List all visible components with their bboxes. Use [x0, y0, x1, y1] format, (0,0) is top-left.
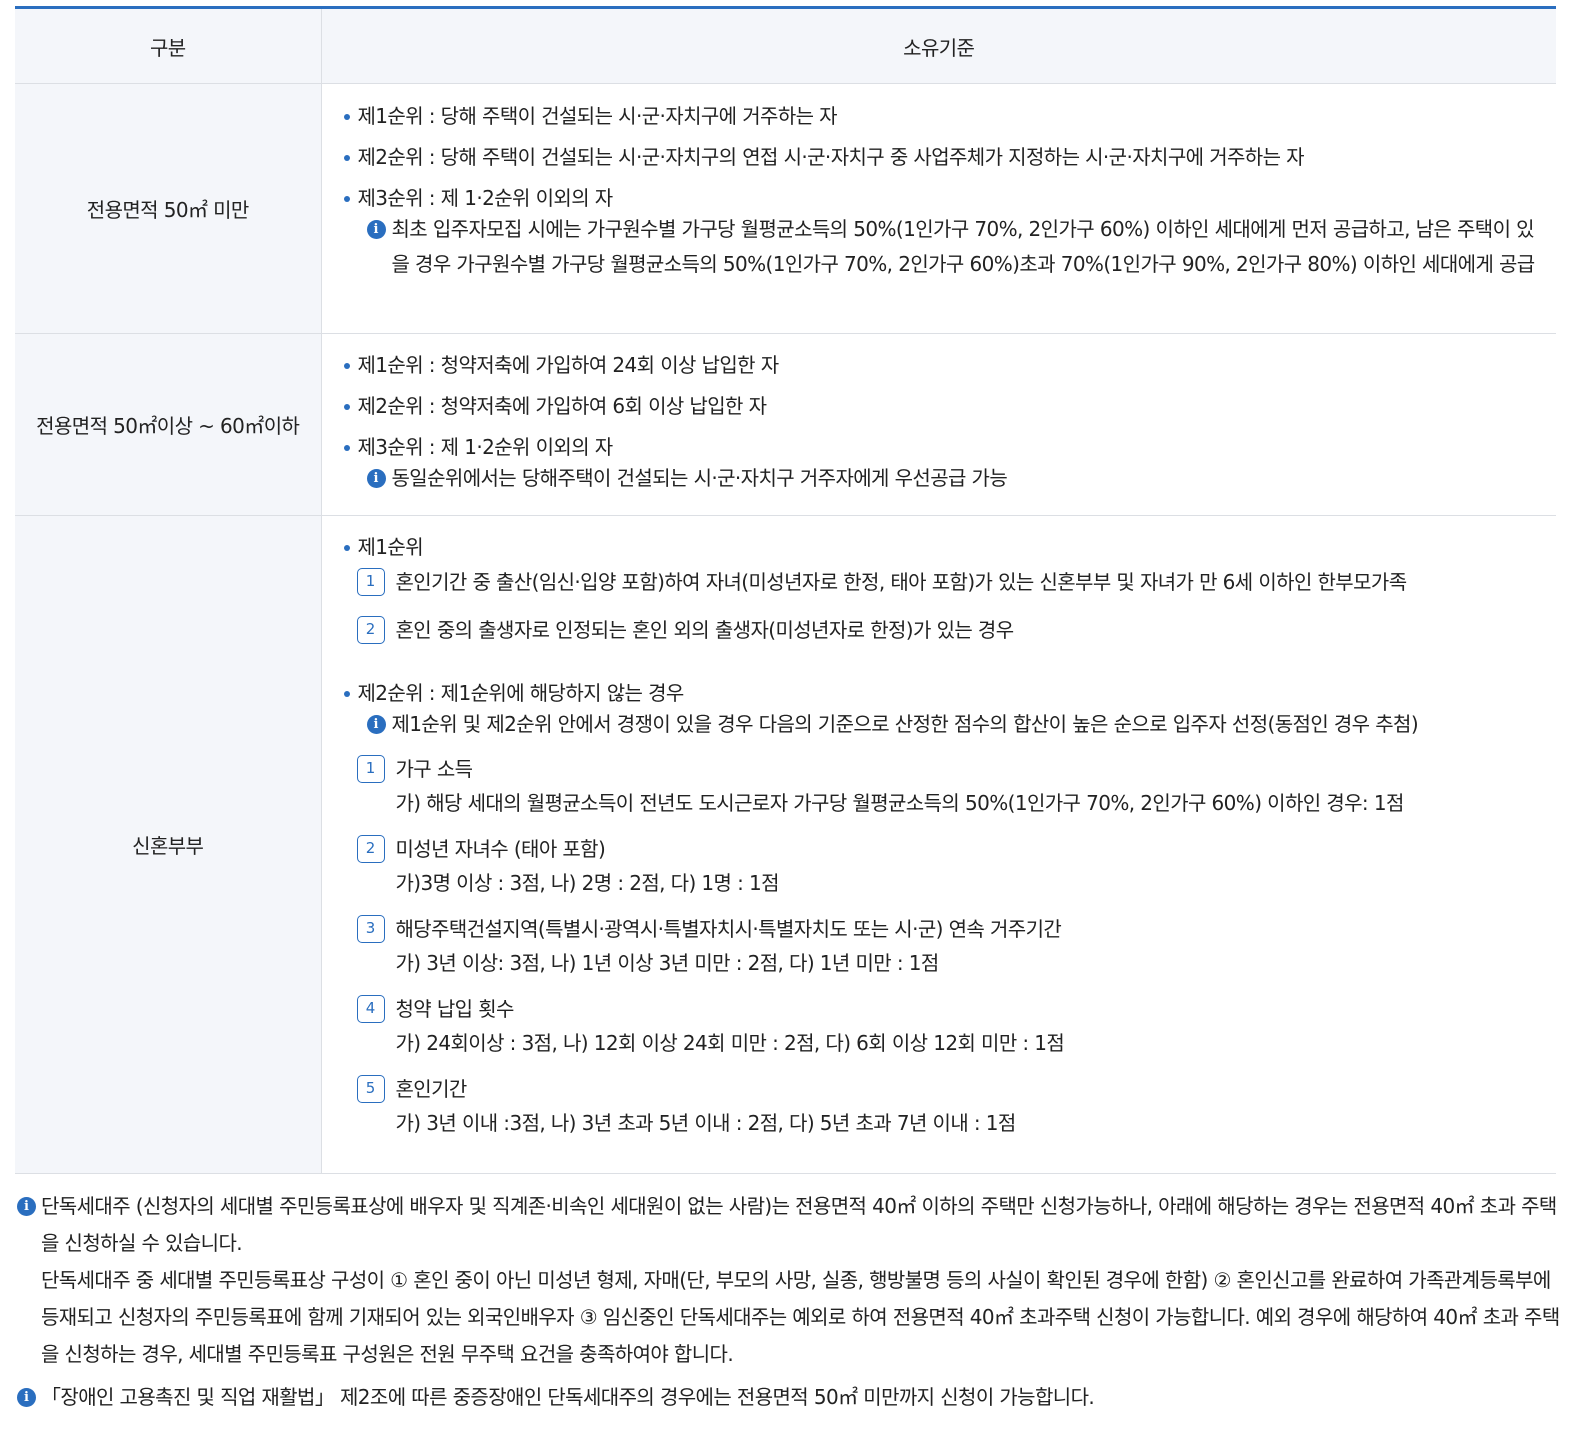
footnotes: i 단독세대주 (신청자의 세대별 주민등록표상에 배우자 및 직계존·비속인 … [15, 1188, 1560, 1416]
info-icon: i [17, 1388, 36, 1407]
info-note: i 동일순위에서는 당해주택이 건설되는 시·군·자치구 거주자에게 우선공급 … [342, 461, 1543, 496]
info-note: i 제1순위 및 제2순위 안에서 경쟁이 있을 경우 다음의 기준으로 산정한… [342, 707, 1543, 742]
footnote-text: 단독세대주 중 세대별 주민등록표상 구성이 ① 혼인 중이 아닌 미성년 형제… [41, 1268, 1560, 1366]
criteria-title: 미성년 자녀수 (태아 포함) [395, 837, 606, 861]
info-icon: i [366, 469, 386, 488]
number-badge: 2 [356, 835, 385, 863]
row-criteria: 제1순위 : 청약저축에 가입하여 24회 이상 납입한 자 제2순위 : 청약… [321, 333, 1556, 516]
row-criteria: 제1순위 1 혼인기간 중 출산(임신·입양 포함)하여 자녀(미성년자로 한정… [321, 515, 1556, 1174]
criteria-detail: 가) 3년 이내 :3점, 나) 3년 초과 5년 이내 : 2점, 다) 5년… [395, 1111, 1017, 1135]
number-badge: 2 [356, 616, 385, 644]
info-icon: i [17, 1197, 36, 1216]
header-category: 구분 [15, 7, 322, 84]
rank-item: 제2순위 : 청약저축에 가입하여 6회 이상 납입한 자 [342, 392, 1543, 420]
info-icon: i [366, 220, 386, 239]
criteria-title: 혼인기간 [395, 1077, 468, 1101]
table-header-row: 구분 소유기준 [15, 7, 1556, 84]
criteria-detail: 가)3명 이상 : 3점, 나) 2명 : 2점, 다) 1명 : 1점 [395, 871, 780, 895]
rank-item: 제3순위 : 제 1·2순위 이외의 자 [342, 433, 1543, 461]
rank-item: 제1순위 : 당해 주택이 건설되는 시·군·자치구에 거주하는 자 [342, 102, 1543, 130]
info-text: 동일순위에서는 당해주택이 건설되는 시·군·자치구 거주자에게 우선공급 가능 [391, 466, 1008, 490]
numbered-item: 1 혼인기간 중 출산(임신·입양 포함)하여 자녀(미성년자로 한정, 태아 … [342, 565, 1543, 599]
criteria-item: 1 가구 소득 가) 해당 세대의 월평균소득이 전년도 도시근로자 가구당 월… [342, 752, 1543, 820]
criteria-detail: 가) 24회이상 : 3점, 나) 12회 이상 24회 미만 : 2점, 다)… [395, 1031, 1065, 1055]
info-text: 제1순위 및 제2순위 안에서 경쟁이 있을 경우 다음의 기준으로 산정한 점… [391, 712, 1419, 736]
row-category: 신혼부부 [15, 515, 322, 1174]
criteria-title: 청약 납입 횟수 [395, 997, 515, 1021]
number-badge: 3 [356, 915, 385, 943]
criteria-item: 2 미성년 자녀수 (태아 포함) 가)3명 이상 : 3점, 나) 2명 : … [342, 832, 1543, 900]
footnote-text: 단독세대주 (신청자의 세대별 주민등록표상에 배우자 및 직계존·비속인 세대… [41, 1194, 1557, 1255]
eligibility-table: 구분 소유기준 전용면적 50㎡ 미만 제1순위 : 당해 주택이 건설되는 시… [15, 6, 1556, 1174]
row-criteria: 제1순위 : 당해 주택이 건설되는 시·군·자치구에 거주하는 자 제2순위 … [321, 83, 1556, 334]
table-row: 신혼부부 제1순위 1 혼인기간 중 출산(임신·입양 포함)하여 자녀(미성년… [15, 515, 1556, 1174]
numbered-item-text: 혼인기간 중 출산(임신·입양 포함)하여 자녀(미성년자로 한정, 태아 포함… [395, 570, 1408, 594]
footnote-disability: i 「장애인 고용촉진 및 직업 재활법」 제2조에 따른 중증장애인 단독세대… [15, 1379, 1560, 1416]
eligibility-table-container: 구분 소유기준 전용면적 50㎡ 미만 제1순위 : 당해 주택이 건설되는 시… [15, 6, 1556, 1174]
rank-item: 제2순위 : 당해 주택이 건설되는 시·군·자치구의 연접 시·군·자치구 중… [342, 143, 1543, 171]
rank-item: 제2순위 : 제1순위에 해당하지 않는 경우 [342, 679, 1543, 707]
numbered-item: 2 혼인 중의 출생자로 인정되는 혼인 외의 출생자(미성년자로 한정)가 있… [342, 613, 1543, 647]
row-category: 전용면적 50㎡ 미만 [15, 83, 322, 334]
criteria-title: 해당주택건설지역(특별시·광역시·특별자치시·특별자치도 또는 시·군) 연속 … [395, 917, 1062, 941]
rank-item: 제3순위 : 제 1·2순위 이외의 자 [342, 184, 1543, 212]
criteria-detail: 가) 해당 세대의 월평균소득이 전년도 도시근로자 가구당 월평균소득의 50… [395, 791, 1405, 815]
info-note: i 최초 입주자모집 시에는 가구원수별 가구당 월평균소득의 50%(1인가구… [342, 212, 1543, 282]
criteria-item: 3 해당주택건설지역(특별시·광역시·특별자치시·특별자치도 또는 시·군) 연… [342, 912, 1543, 980]
info-text: 최초 입주자모집 시에는 가구원수별 가구당 월평균소득의 50%(1인가구 7… [391, 217, 1536, 276]
number-badge: 1 [356, 755, 385, 783]
criteria-detail: 가) 3년 이상: 3점, 나) 1년 이상 3년 미만 : 2점, 다) 1년… [395, 951, 940, 975]
criteria-item: 4 청약 납입 횟수 가) 24회이상 : 3점, 나) 12회 이상 24회 … [342, 992, 1543, 1060]
criteria-item: 5 혼인기간 가) 3년 이내 :3점, 나) 3년 초과 5년 이내 : 2점… [342, 1072, 1543, 1140]
info-icon: i [366, 715, 386, 734]
number-badge: 5 [356, 1075, 385, 1103]
header-criteria: 소유기준 [321, 7, 1556, 84]
table-row: 전용면적 50㎡ 미만 제1순위 : 당해 주택이 건설되는 시·군·자치구에 … [15, 83, 1556, 334]
rank-item: 제1순위 : 청약저축에 가입하여 24회 이상 납입한 자 [342, 351, 1543, 379]
number-badge: 1 [356, 568, 385, 596]
row-category: 전용면적 50㎡이상 ~ 60㎡이하 [15, 333, 322, 516]
footnote-text: 「장애인 고용촉진 및 직업 재활법」 제2조에 따른 중증장애인 단독세대주의… [41, 1385, 1095, 1409]
footnote-single-householder: i 단독세대주 (신청자의 세대별 주민등록표상에 배우자 및 직계존·비속인 … [15, 1188, 1560, 1373]
rank-item: 제1순위 [342, 533, 1543, 561]
numbered-item-text: 혼인 중의 출생자로 인정되는 혼인 외의 출생자(미성년자로 한정)가 있는 … [395, 618, 1015, 642]
number-badge: 4 [356, 995, 385, 1023]
criteria-title: 가구 소득 [395, 757, 474, 781]
table-row: 전용면적 50㎡이상 ~ 60㎡이하 제1순위 : 청약저축에 가입하여 24회… [15, 333, 1556, 516]
